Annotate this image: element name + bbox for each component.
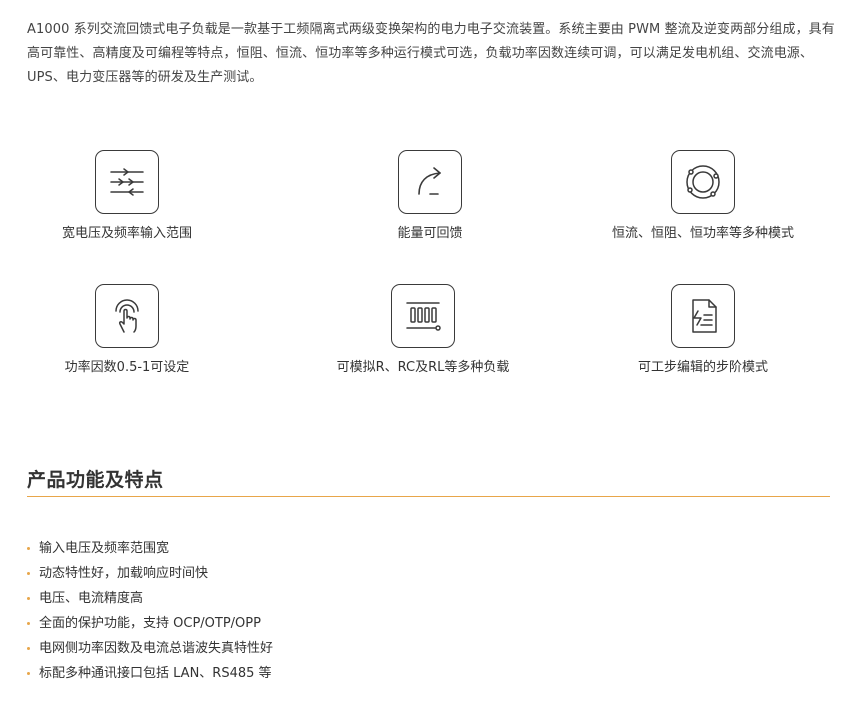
list-item: 全面的保护功能，支持 OCP/OTP/OPP: [27, 611, 273, 636]
feature-label: 宽电压及频率输入范围: [61, 226, 192, 241]
feature-load-simulation: 可模拟R、RC及RL等多种负载: [298, 284, 548, 378]
intro-paragraph: A1000 系列交流回馈式电子负载是一款基于工频隔离式两级变换架构的电力电子交流…: [27, 22, 835, 85]
list-item: 输入电压及频率范围宽: [27, 536, 273, 561]
feature-energy-feedback: 能量可回馈: [305, 150, 555, 244]
feature-power-factor: 功率因数0.5-1可设定: [2, 284, 252, 378]
list-item-text: 电网侧功率因数及电流总谐波失真特性好: [39, 641, 274, 656]
list-item-text: 动态特性好，加载响应时间快: [39, 566, 209, 581]
bullet-icon: [27, 597, 30, 600]
feature-label: 功率因数0.5-1可设定: [64, 360, 190, 375]
list-item-text: 输入电压及频率范围宽: [39, 541, 170, 556]
list-item: 电压、电流精度高: [27, 586, 273, 611]
list-item-text: 标配多种通讯接口包括 LAN、RS485 等: [39, 666, 272, 681]
list-item-text: 电压、电流精度高: [39, 591, 144, 606]
list-item-text: 全面的保护功能，支持 OCP/OTP/OPP: [39, 616, 261, 631]
section-title: 产品功能及特点: [27, 469, 164, 491]
orbit-rings-icon: [671, 150, 735, 214]
bullet-icon: [27, 647, 30, 650]
feature-step-mode: 可工步编辑的步阶模式: [578, 284, 828, 378]
feature-label: 恒流、恒阻、恒功率等多种模式: [611, 226, 794, 241]
feature-multi-mode: 恒流、恒阻、恒功率等多种模式: [578, 150, 828, 244]
section-divider: [27, 496, 830, 497]
resistor-bank-icon: [391, 284, 455, 348]
list-item: 动态特性好，加载响应时间快: [27, 561, 273, 586]
list-item: 标配多种通讯接口包括 LAN、RS485 等: [27, 661, 273, 686]
touch-hand-icon: [95, 284, 159, 348]
sliders-arrows-icon: [95, 150, 159, 214]
feature-label: 可工步编辑的步阶模式: [637, 360, 768, 375]
bullet-icon: [27, 672, 30, 675]
feature-list: 输入电压及频率范围宽 动态特性好，加载响应时间快 电压、电流精度高 全面的保护功…: [27, 536, 273, 686]
feedback-arrow-icon: [398, 150, 462, 214]
feature-label: 能量可回馈: [397, 226, 463, 241]
bullet-icon: [27, 547, 30, 550]
feature-label: 可模拟R、RC及RL等多种负载: [336, 360, 510, 375]
list-item: 电网侧功率因数及电流总谐波失真特性好: [27, 636, 273, 661]
document-step-icon: [671, 284, 735, 348]
feature-voltage-frequency: 宽电压及频率输入范围: [2, 150, 252, 244]
bullet-icon: [27, 572, 30, 575]
bullet-icon: [27, 622, 30, 625]
